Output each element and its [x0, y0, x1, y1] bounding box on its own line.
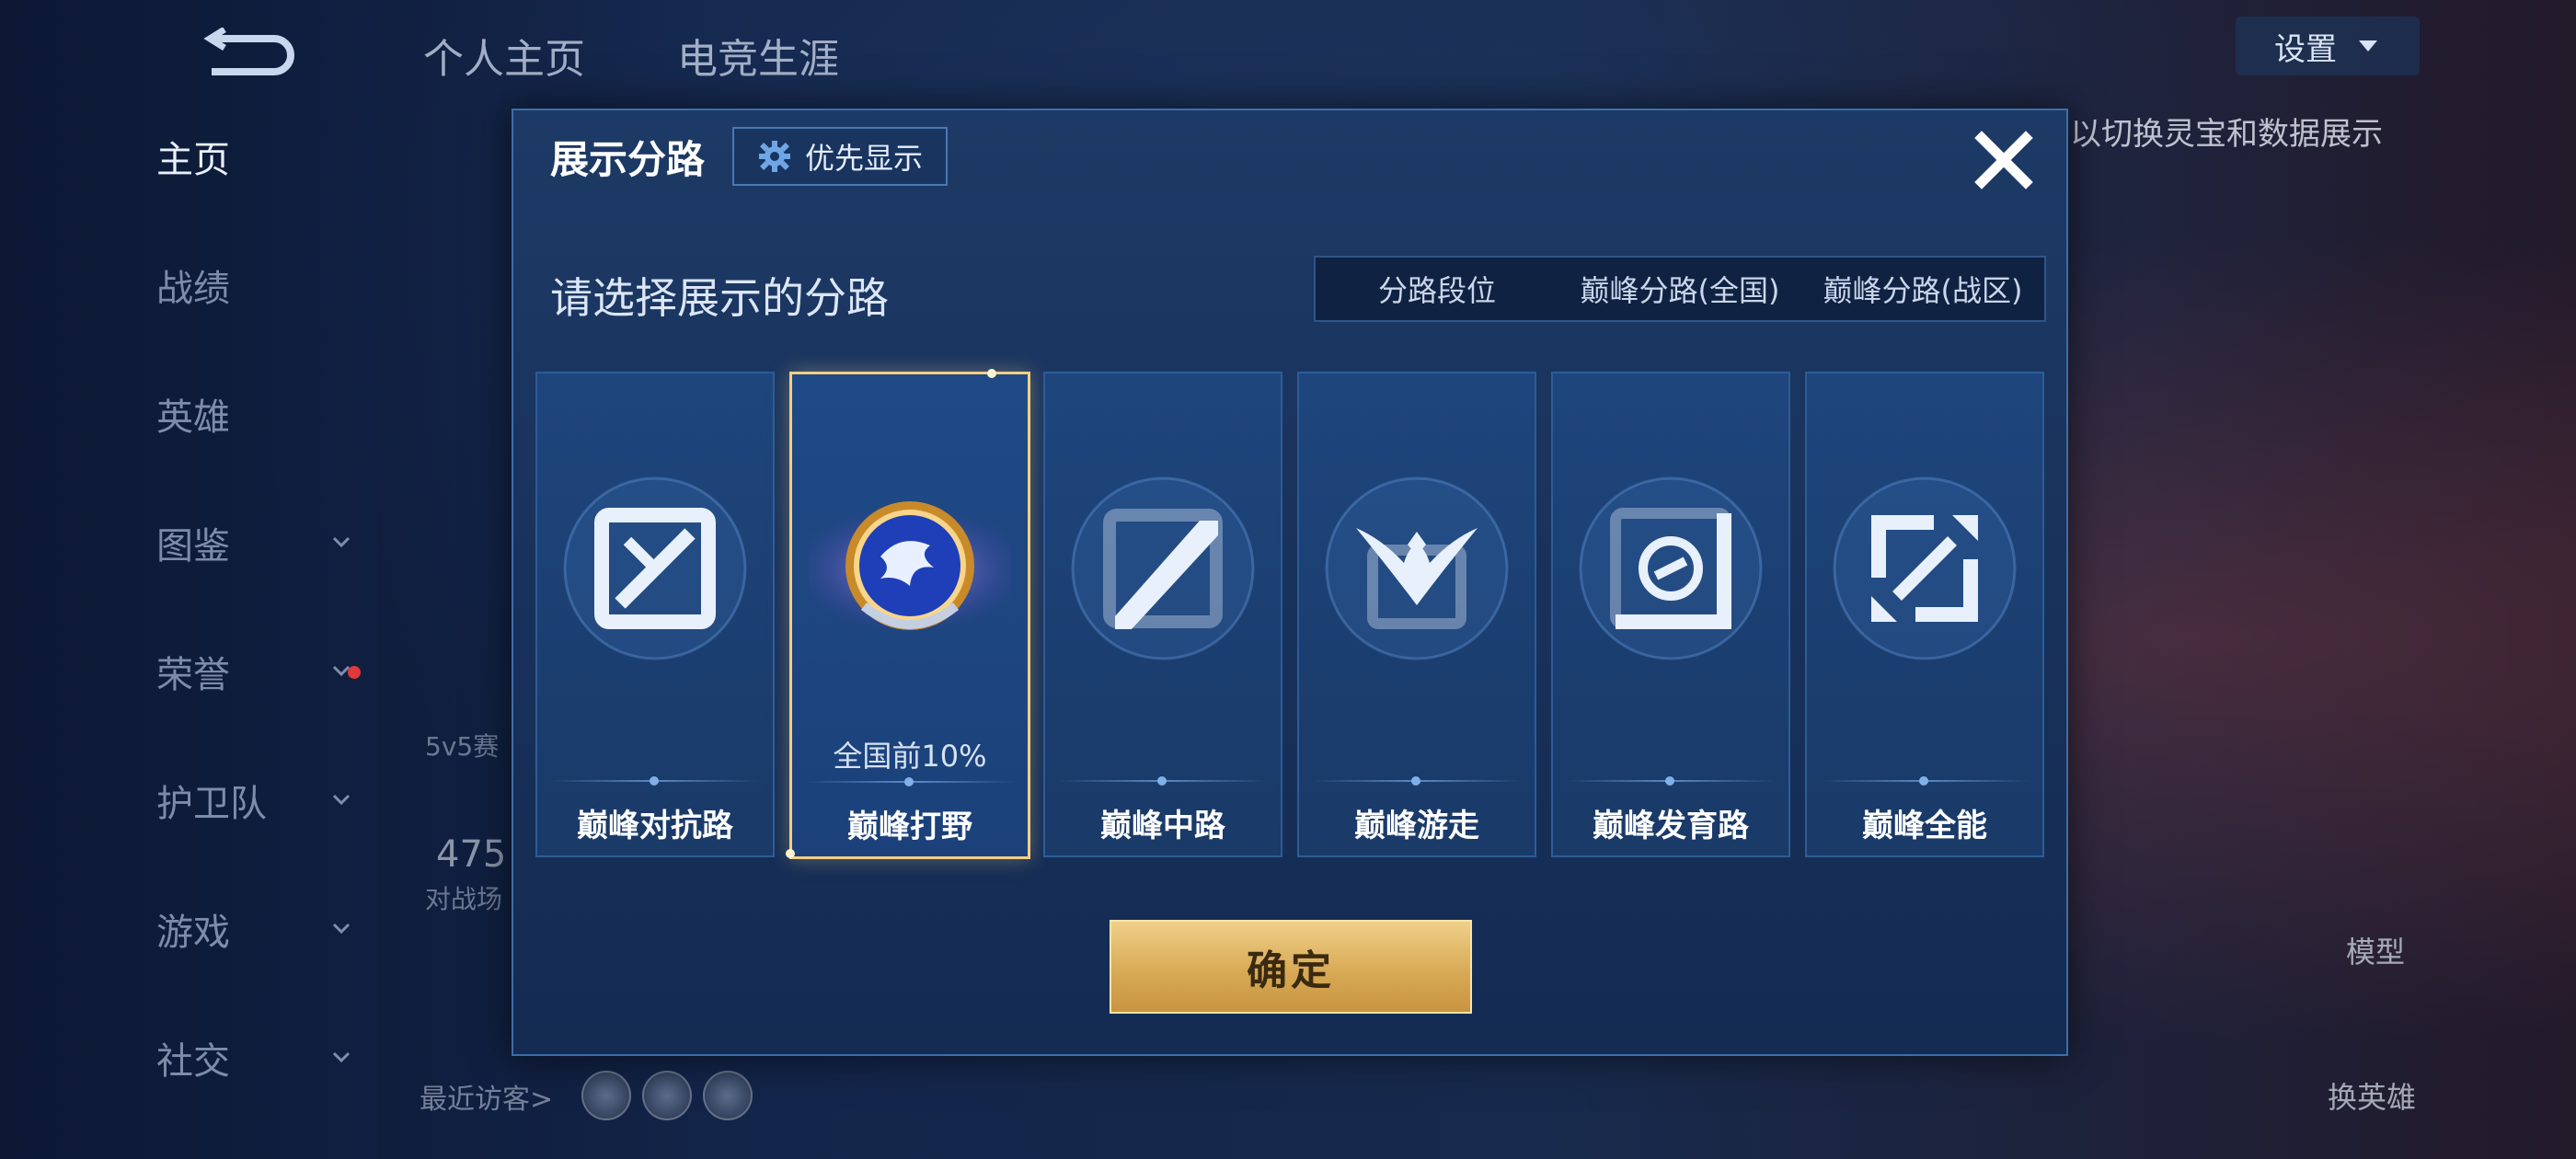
sidebar-item-games[interactable]: 游戏	[156, 892, 351, 966]
role-name: 巅峰发育路	[1593, 808, 1749, 844]
all-round-icon	[1833, 476, 2017, 660]
confirm-button[interactable]: 确定	[1110, 920, 1472, 1014]
card-divider	[1312, 776, 1522, 786]
sidebar-item-label: 图鉴	[156, 525, 230, 568]
role-card-roam[interactable]: 巅峰游走	[1297, 372, 1536, 857]
priority-label: 优先显示	[804, 141, 923, 176]
chevron-down-icon	[332, 1051, 351, 1063]
recent-visitors-link[interactable]: 最近访客>	[420, 1076, 553, 1117]
role-card-jungle[interactable]: 全国前10% 巅峰打野	[786, 369, 1030, 859]
segment-peak-region[interactable]: 巅峰分路(战区)	[1801, 258, 2044, 320]
chevron-down-icon	[332, 536, 351, 548]
sidebar-item-label: 社交	[156, 1040, 230, 1083]
sidebar-item-honor[interactable]: 荣誉	[156, 635, 351, 708]
settings-button[interactable]: 设置	[2236, 17, 2420, 75]
segment-lane-rank[interactable]: 分路段位	[1316, 258, 1558, 320]
roam-wings-icon	[1325, 476, 1509, 660]
jungle-dragon-icon	[809, 501, 1011, 634]
lane-display-dialog: 展示分路 优先显示 请选择展示的分路 分路段位 巅峰分路(全国) 巅峰分路(战区…	[512, 109, 2068, 1056]
top-tabs: 个人主页 电竞生涯	[423, 26, 839, 99]
sidebar-item-label: 荣誉	[156, 654, 230, 696]
sidebar-item-label: 游戏	[156, 912, 230, 954]
role-card-clash[interactable]: 巅峰对抗路	[535, 372, 775, 857]
sidebar-item-label: 护卫队	[156, 783, 267, 825]
sidebar-item-guard[interactable]: 护卫队	[156, 763, 351, 837]
role-name: 巅峰对抗路	[577, 808, 733, 844]
sidebar-item-codex[interactable]: 图鉴	[156, 506, 351, 580]
confirm-label: 确定	[1247, 947, 1335, 994]
role-name: 巅峰全能	[1862, 808, 1987, 844]
role-name: 巅峰打野	[847, 809, 972, 845]
battle-count-label: 对战场	[425, 884, 503, 914]
sidebar-item-label: 英雄	[156, 396, 230, 439]
sidebar-item-heroes[interactable]: 英雄	[156, 377, 331, 451]
farm-lane-icon	[1579, 476, 1763, 660]
clash-lane-icon	[563, 476, 747, 660]
select-lane-prompt: 请选择展示的分路	[550, 273, 889, 323]
chevron-down-icon	[332, 794, 351, 806]
sidebar-item-records[interactable]: 战绩	[156, 248, 331, 322]
visitor-avatar[interactable]	[703, 1071, 753, 1120]
gear-icon	[758, 141, 790, 172]
battle-count: 475	[436, 833, 507, 876]
notification-dot	[348, 666, 361, 679]
back-arrow-icon[interactable]	[193, 28, 294, 83]
tab-esports[interactable]: 电竞生涯	[677, 26, 839, 99]
role-name: 巅峰游走	[1354, 808, 1479, 844]
close-icon[interactable]	[1967, 123, 2041, 197]
sidebar-item-home[interactable]: 主页	[156, 120, 331, 193]
corner-sparkle	[987, 369, 996, 378]
role-card-mid[interactable]: 巅峰中路	[1043, 372, 1282, 857]
model-button[interactable]: 模型	[2346, 929, 2405, 971]
settings-label: 设置	[2274, 30, 2337, 68]
priority-display-button[interactable]: 优先显示	[732, 127, 948, 186]
card-divider	[1058, 776, 1268, 786]
visitor-avatar[interactable]	[642, 1071, 692, 1120]
role-card-all-round[interactable]: 巅峰全能	[1805, 372, 2044, 857]
sidebar-item-label: 战绩	[156, 268, 230, 310]
chevron-down-icon	[332, 923, 351, 935]
switch-hint-text: 以切换灵宝和数据展示	[2070, 116, 2383, 153]
corner-sparkle	[786, 849, 795, 858]
card-divider	[1566, 776, 1776, 786]
role-card-farm[interactable]: 巅峰发育路	[1551, 372, 1790, 857]
card-divider	[550, 776, 760, 786]
sidebar-item-social[interactable]: 社交	[156, 1021, 351, 1095]
sidebar-item-label: 主页	[156, 139, 230, 181]
role-name: 巅峰中路	[1100, 808, 1225, 844]
tab-profile[interactable]: 个人主页	[423, 26, 585, 99]
visitor-avatar[interactable]	[581, 1071, 631, 1120]
lane-source-segmented-control: 分路段位 巅峰分路(全国) 巅峰分路(战区)	[1314, 256, 2046, 322]
dialog-title: 展示分路	[550, 137, 706, 182]
mode-label: 5v5赛	[425, 731, 500, 762]
chevron-down-icon	[2359, 40, 2377, 52]
switch-hero-button[interactable]: 换英雄	[2328, 1074, 2416, 1117]
card-divider	[805, 777, 1015, 786]
card-divider	[1820, 776, 2030, 786]
role-rank: 全国前10%	[833, 739, 987, 774]
segment-peak-national[interactable]: 巅峰分路(全国)	[1558, 258, 1801, 320]
mid-lane-icon	[1071, 476, 1255, 660]
